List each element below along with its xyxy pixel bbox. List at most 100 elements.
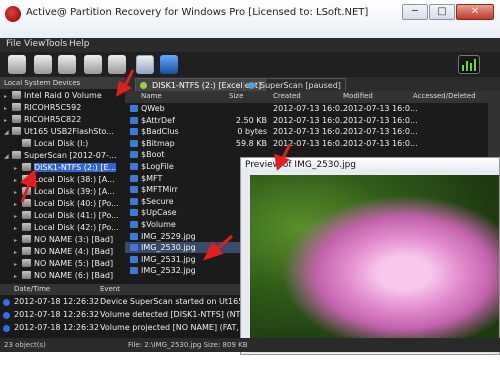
drive-icon	[12, 103, 21, 111]
tree-item[interactable]: Local Disk (I:)	[14, 138, 88, 150]
file-row[interactable]: QWeb 2012-07-13 16:0... 2012-07-13 16:0...	[125, 103, 500, 114]
chart-icon[interactable]	[458, 55, 480, 74]
preview-title: Preview of IMG_2530.jpg	[241, 158, 499, 172]
tree-header: Local System Devices	[0, 77, 125, 89]
file-info: File: 2:\IMG_2530.jpg Size: 809 KB	[128, 341, 248, 349]
tab-superscan[interactable]: SuperScan [paused]	[243, 78, 346, 92]
disk-icon[interactable]	[84, 55, 102, 74]
file-modified: 2012-07-13 16:0...	[343, 127, 418, 137]
log-row[interactable]: 2012-07-18 12:26:32 Device SuperScan sta…	[0, 296, 252, 308]
info-icon	[3, 325, 10, 332]
tree-item[interactable]: ◢ Ut165 USB2FlashSto...	[4, 126, 114, 138]
tree-item-label: Intel Raid 0 Volume	[24, 91, 102, 100]
expand-arrow-icon[interactable]: ◢	[4, 151, 12, 163]
drive-icon	[22, 259, 31, 267]
scan-icon[interactable]	[136, 55, 154, 74]
file-name: $MFTMirr	[141, 185, 178, 195]
file-created: 2012-07-13 16:0...	[273, 138, 348, 148]
file-icon	[130, 186, 138, 194]
tree-item[interactable]: ▸ Local Disk (41:) [Po...	[14, 210, 119, 222]
disk-icon[interactable]	[34, 55, 52, 74]
info-icon[interactable]	[160, 55, 178, 74]
file-size: 2.50 KB	[235, 115, 267, 125]
tree-item[interactable]: ▸ DISK1-NTFS (2:) [E...	[14, 162, 117, 174]
tree-item[interactable]: ▸ Local Disk (42:) [Po...	[14, 222, 119, 234]
file-name: $LogFile	[141, 162, 174, 171]
device-tree: Local System Devices ▸ Intel Raid 0 Volum…	[0, 77, 125, 284]
column-size[interactable]: Size	[229, 92, 243, 100]
log-event: Device SuperScan started on Ut165 U	[100, 297, 252, 306]
file-name: IMG_2529.jpg	[141, 231, 196, 241]
maximize-button[interactable]: □	[429, 4, 455, 20]
drive-icon	[22, 223, 31, 231]
tree-item[interactable]: ▸ NO NAME (6:) [Bad]	[14, 270, 113, 282]
file-icon	[130, 174, 138, 182]
tree-item-label: Local Disk (40:) [Po...	[34, 199, 119, 208]
tree-item-label: Local Disk (I:)	[34, 139, 89, 148]
log-column-datetime[interactable]: Date/Time	[14, 285, 50, 293]
tree-item[interactable]: ▸ Local Disk (40:) [Po...	[14, 198, 119, 210]
log-event: Volume detected [DISK1-NTFS] (NTFS	[100, 310, 250, 319]
expand-arrow-icon[interactable]: ▸	[14, 271, 22, 283]
menu-file[interactable]: File	[6, 39, 21, 49]
recover-icon[interactable]	[8, 55, 26, 74]
log-column-event[interactable]: Event	[100, 285, 120, 293]
tree-item[interactable]: ◢ SuperScan [2012-07-...	[4, 150, 117, 162]
file-icon	[130, 221, 138, 228]
file-row[interactable]: $AttrDef 2.50 KB 2012-07-13 16:0... 2012-07…	[125, 115, 500, 126]
tree-item-label: NO NAME (6:) [Bad]	[34, 271, 114, 280]
tree-item-label: NO NAME (4:) [Bad]	[34, 247, 114, 256]
menu-view[interactable]: View	[24, 39, 45, 49]
log-row[interactable]: 2012-07-18 12:26:32 Volume projected [NO…	[0, 322, 252, 334]
file-name: $Secure	[141, 196, 174, 206]
disk-icon[interactable]	[58, 55, 76, 74]
menu-help[interactable]: Help	[69, 39, 90, 49]
tab-bar: DISK1-NTFS (2:) [Excellent] SuperScan [p…	[125, 77, 500, 92]
file-icon	[130, 232, 138, 240]
info-icon	[3, 299, 10, 306]
file-row[interactable]: $BadClus 0 bytes 2012-07-13 16:0... 2012-07…	[125, 126, 500, 137]
tree-item-label: Ut165 USB2FlashSto...	[24, 127, 114, 136]
tree-item[interactable]: ▸ NO NAME (3:) [Bad]	[14, 234, 113, 246]
drive-icon	[22, 199, 31, 207]
column-created[interactable]: Created	[273, 92, 301, 100]
minimize-button[interactable]: ─	[402, 4, 428, 20]
app-icon	[5, 6, 21, 22]
tree-item[interactable]: ▸ RICOHR5C592	[4, 102, 81, 114]
disk-icon[interactable]	[108, 55, 126, 74]
file-icon	[130, 255, 138, 263]
preview-window[interactable]: Preview of IMG_2530.jpg	[240, 157, 500, 355]
close-button[interactable]: ✕	[456, 4, 494, 20]
log-row[interactable]: 2012-07-18 12:26:32 Volume detected [DIS…	[0, 309, 250, 321]
drive-icon	[22, 187, 31, 195]
column-accessed[interactable]: Accessed/Deleted	[413, 92, 476, 100]
tree-item[interactable]: ▸ Intel Raid 0 Volume	[4, 90, 102, 102]
file-row[interactable]: $Bitmap 59.8 KB 2012-07-13 16:0... 2012-07-…	[125, 138, 500, 149]
tree-item[interactable]: ▸ Local Disk (38:) [A...	[14, 174, 115, 186]
file-name: IMG_2531.jpg	[141, 254, 196, 264]
drive-icon	[22, 247, 31, 255]
file-icon	[130, 128, 138, 136]
tree-item[interactable]: ▸ NO NAME (4:) [Bad]	[14, 246, 113, 258]
object-count: 23 object(s)	[4, 341, 46, 349]
file-created: 2012-07-13 16:0...	[273, 115, 348, 125]
tree-item[interactable]: ▸ RICOHR5C822	[4, 114, 81, 126]
drive-icon	[22, 175, 31, 183]
window-title: Active@ Partition Recovery for Windows P…	[26, 7, 369, 18]
tree-item-label: RICOHR5C592	[24, 103, 82, 112]
expand-arrow-icon[interactable]: ◢	[4, 127, 12, 139]
menu-tools[interactable]: Tools	[45, 39, 67, 49]
column-name[interactable]: Name	[141, 92, 162, 100]
file-icon	[130, 163, 138, 170]
column-modified[interactable]: Modified	[343, 92, 373, 100]
tree-item-label: NO NAME (5:) [Bad]	[34, 259, 114, 268]
tree-item[interactable]: ▸ Local Disk (39:) [A...	[14, 186, 115, 198]
scan-status-icon	[248, 82, 255, 89]
tab-label: SuperScan [paused]	[260, 81, 341, 90]
file-created: 2012-07-13 16:0...	[273, 127, 348, 137]
title-bar: Active@ Partition Recovery for Windows P…	[0, 0, 500, 38]
tree-item[interactable]: ▸ NO NAME (5:) [Bad]	[14, 258, 113, 270]
file-icon	[130, 244, 138, 252]
file-icon	[130, 139, 138, 147]
toolbar	[0, 52, 500, 77]
